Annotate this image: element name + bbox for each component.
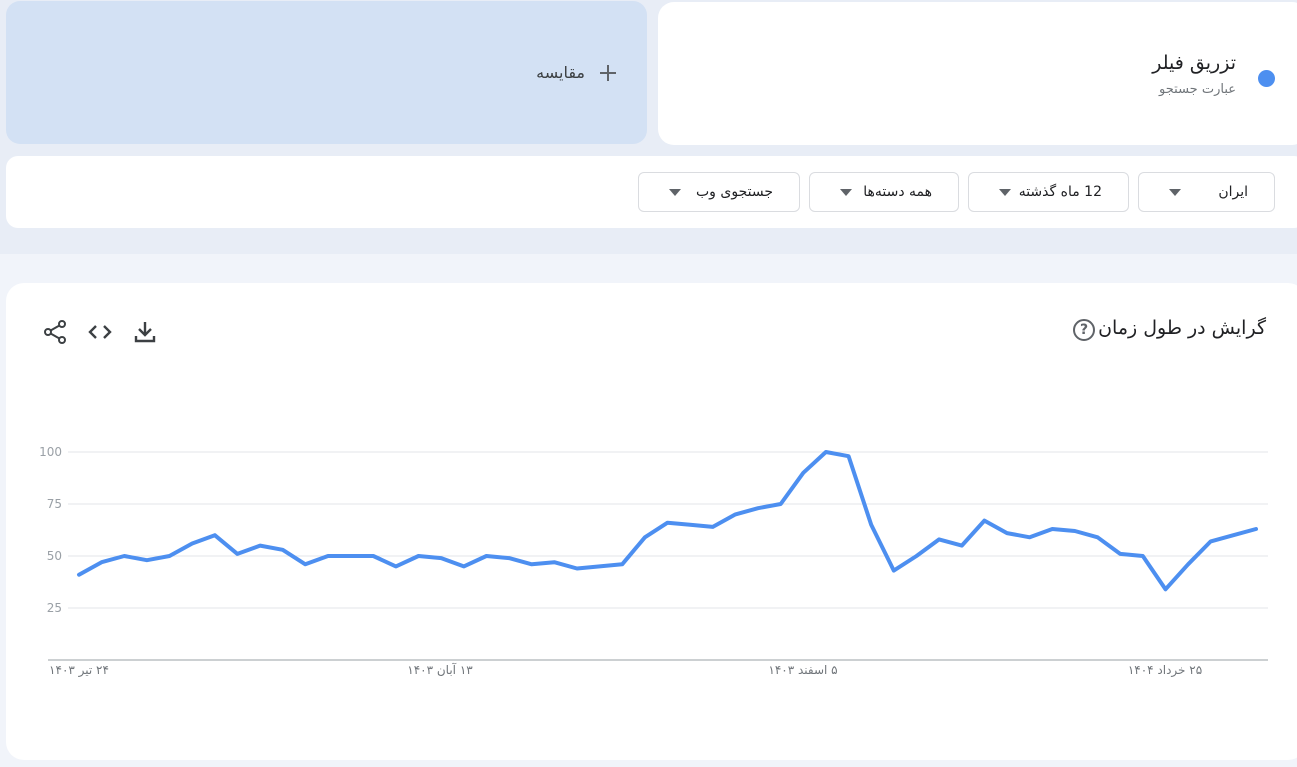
y-tick-label: 100 xyxy=(39,445,62,459)
category-dropdown-label: همه دسته‌ها xyxy=(863,184,932,200)
plus-icon xyxy=(599,64,617,82)
add-compare-button[interactable]: مقایسه xyxy=(536,63,617,82)
caret-down-icon xyxy=(1169,188,1181,196)
x-tick-label: ۲۴ تیر ۱۴۰۳ xyxy=(49,663,109,678)
time-range-dropdown[interactable]: 12 ماه گذشته xyxy=(968,172,1129,212)
series-color-dot xyxy=(1258,70,1275,87)
search-term-title: تزریق فیلر xyxy=(1152,52,1236,74)
caret-down-icon xyxy=(840,188,852,196)
y-tick-label: 50 xyxy=(47,549,62,563)
trend-line-chart: 25 50 75 100 ۲۴ تیر ۱۴۰۳ ۱۳ آبان ۱۴۰۳ ۵ اسفند … xyxy=(39,445,1268,678)
interest-over-time-card: گرایش در طول زمان ? 25 50 75 100 ۲۴ تیر ۱۴۰۳… xyxy=(6,283,1297,760)
category-dropdown[interactable]: همه دسته‌ها xyxy=(809,172,959,212)
filters-bar: ایران 12 ماه گذشته همه دسته‌ها جستجوی وب xyxy=(6,156,1297,228)
series-line[interactable] xyxy=(77,450,1258,592)
search-term-subtitle: عبارت جستجو xyxy=(1159,82,1236,97)
geo-dropdown-label: ایران xyxy=(1218,184,1248,200)
time-range-dropdown-label: 12 ماه گذشته xyxy=(1018,184,1102,200)
x-tick-label: ۱۳ آبان ۱۴۰۳ xyxy=(407,662,473,677)
compare-label: مقایسه xyxy=(536,63,585,82)
geo-dropdown[interactable]: ایران xyxy=(1138,172,1275,212)
y-tick-label: 25 xyxy=(47,601,62,615)
x-tick-label: ۲۵ خرداد ۱۴۰۴ xyxy=(1128,663,1202,678)
y-tick-label: 75 xyxy=(47,497,62,511)
search-type-dropdown-label: جستجوی وب xyxy=(696,184,773,200)
caret-down-icon xyxy=(999,188,1011,196)
search-term-card[interactable]: تزریق فیلر عبارت جستجو xyxy=(658,2,1297,145)
caret-down-icon xyxy=(669,188,681,196)
search-type-dropdown[interactable]: جستجوی وب xyxy=(638,172,800,212)
compare-card[interactable]: مقایسه xyxy=(6,1,647,144)
x-tick-label: ۵ اسفند ۱۴۰۳ xyxy=(768,663,837,677)
